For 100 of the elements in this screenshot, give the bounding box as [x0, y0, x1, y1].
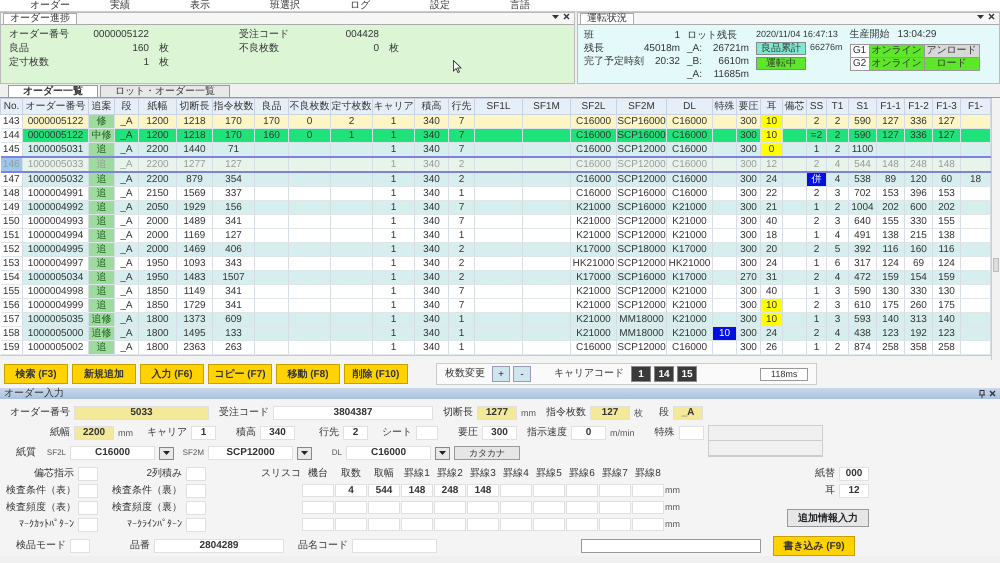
input-field[interactable]: 3804387 [273, 406, 433, 420]
input-field[interactable]: 340 [260, 426, 295, 440]
select-field[interactable]: SCP12000 [208, 446, 293, 460]
input-field[interactable] [70, 539, 90, 553]
write-button[interactable]: 書き込み (F9) [773, 536, 855, 556]
select-field[interactable]: C16000 [346, 446, 431, 460]
carrier-code-button[interactable]: 15 [677, 366, 697, 382]
input-field[interactable] [566, 518, 598, 531]
column-header[interactable]: 段 [114, 98, 138, 114]
column-header[interactable]: SF1M [522, 98, 570, 114]
column-header[interactable]: 追案 [88, 98, 114, 114]
input-field[interactable]: 4 [335, 484, 367, 497]
input-field[interactable]: _A [673, 406, 703, 420]
menu-item[interactable]: 表示 [190, 0, 270, 11]
column-header[interactable]: 紙幅 [138, 98, 176, 114]
input-field[interactable]: 300 [482, 426, 517, 440]
input-field[interactable] [434, 518, 466, 531]
column-header[interactable]: キャリア [372, 98, 414, 114]
column-header[interactable]: 定寸枚数 [330, 98, 372, 114]
input-field[interactable] [599, 518, 631, 531]
input-field[interactable] [186, 484, 206, 498]
input-field[interactable] [186, 467, 206, 481]
action-button[interactable]: 入力 (F6) [140, 364, 204, 384]
input-field[interactable]: 1277 [477, 406, 517, 420]
action-button[interactable]: 移動 (F8) [276, 364, 340, 384]
count-button[interactable]: - [513, 366, 531, 382]
column-header[interactable]: SF2L [570, 98, 616, 114]
column-header[interactable]: F1-1 [876, 98, 904, 114]
menu-item[interactable]: ログ [350, 0, 430, 11]
message-field[interactable] [581, 539, 761, 553]
column-header[interactable]: F1-2 [904, 98, 932, 114]
column-header[interactable]: F1-3 [932, 98, 960, 114]
input-field[interactable]: 544 [368, 484, 400, 497]
carrier-code-button[interactable]: 1 [631, 366, 651, 382]
input-field[interactable] [533, 484, 565, 497]
menu-item[interactable]: 班選択 [270, 0, 350, 11]
action-button[interactable]: コピー (F7) [208, 364, 272, 384]
input-field[interactable] [500, 518, 532, 531]
input-field[interactable]: 127 [590, 406, 630, 420]
vertical-scrollbar[interactable] [991, 98, 1000, 360]
dropdown-button[interactable] [435, 446, 450, 460]
action-button[interactable]: 新規追加 [72, 364, 136, 384]
input-field[interactable] [186, 518, 206, 532]
tab[interactable]: ロット・オーダー一覧 [100, 85, 230, 97]
input-field[interactable]: 2804289 [154, 539, 284, 553]
menu-item[interactable]: オーダー [30, 0, 110, 11]
column-header[interactable]: T1 [826, 98, 848, 114]
dropdown-button[interactable] [297, 446, 312, 460]
column-header[interactable]: 不良枚数 [288, 98, 330, 114]
close-icon[interactable] [563, 13, 570, 20]
input-field[interactable] [302, 484, 334, 497]
input-field[interactable]: 248 [434, 484, 466, 497]
input-field[interactable] [500, 501, 532, 514]
input-field[interactable] [368, 518, 400, 531]
column-header[interactable]: No. [0, 98, 22, 114]
input-field[interactable]: 2 [343, 426, 368, 440]
input-field[interactable] [434, 501, 466, 514]
input-field[interactable] [632, 518, 664, 531]
count-button[interactable]: + [492, 366, 510, 382]
dropdown-arrow-icon[interactable] [301, 450, 308, 456]
column-header[interactable]: 行先 [448, 98, 474, 114]
input-field[interactable] [78, 501, 98, 515]
column-header[interactable]: 備芯 [782, 98, 806, 114]
input-field[interactable] [599, 501, 631, 514]
input-field[interactable] [533, 518, 565, 531]
column-header[interactable]: SF1L [474, 98, 522, 114]
column-header[interactable]: DL [666, 98, 712, 114]
input-field[interactable] [467, 501, 499, 514]
input-field[interactable] [78, 518, 98, 532]
input-field[interactable]: 148 [401, 484, 433, 497]
kana-button[interactable]: カタカナ [454, 446, 520, 460]
pin-icon[interactable] [979, 390, 985, 398]
input-field[interactable] [368, 501, 400, 514]
input-field[interactable] [467, 518, 499, 531]
input-field[interactable] [632, 501, 664, 514]
action-button[interactable]: 削除 (F10) [344, 364, 408, 384]
input-field[interactable]: 12 [839, 484, 869, 498]
input-field[interactable] [335, 501, 367, 514]
extra-info-button[interactable]: 追加情報入力 [787, 509, 869, 527]
input-field[interactable] [416, 426, 438, 440]
close-icon[interactable] [988, 13, 995, 20]
panel-tab[interactable]: オーダー進捗 [3, 13, 77, 24]
input-field[interactable]: 1 [191, 426, 216, 440]
input-field[interactable]: 0 [571, 426, 606, 440]
column-header[interactable]: 要圧 [736, 98, 760, 114]
input-field[interactable] [566, 501, 598, 514]
dropdown-button[interactable] [159, 446, 174, 460]
action-button[interactable]: 検索 (F3) [4, 364, 68, 384]
column-header[interactable]: S1 [848, 98, 876, 114]
input-field[interactable]: 5033 [74, 406, 209, 420]
input-field[interactable] [401, 501, 433, 514]
column-header[interactable]: 耳 [760, 98, 782, 114]
select-field[interactable]: C16000 [70, 446, 155, 460]
column-header[interactable]: 切断長 [176, 98, 212, 114]
carrier-code-button[interactable]: 14 [654, 366, 674, 382]
input-field[interactable]: 148 [467, 484, 499, 497]
column-header[interactable]: 特殊 [712, 98, 736, 114]
input-field[interactable] [500, 484, 532, 497]
input-field[interactable] [401, 518, 433, 531]
close-icon[interactable] [989, 390, 996, 397]
